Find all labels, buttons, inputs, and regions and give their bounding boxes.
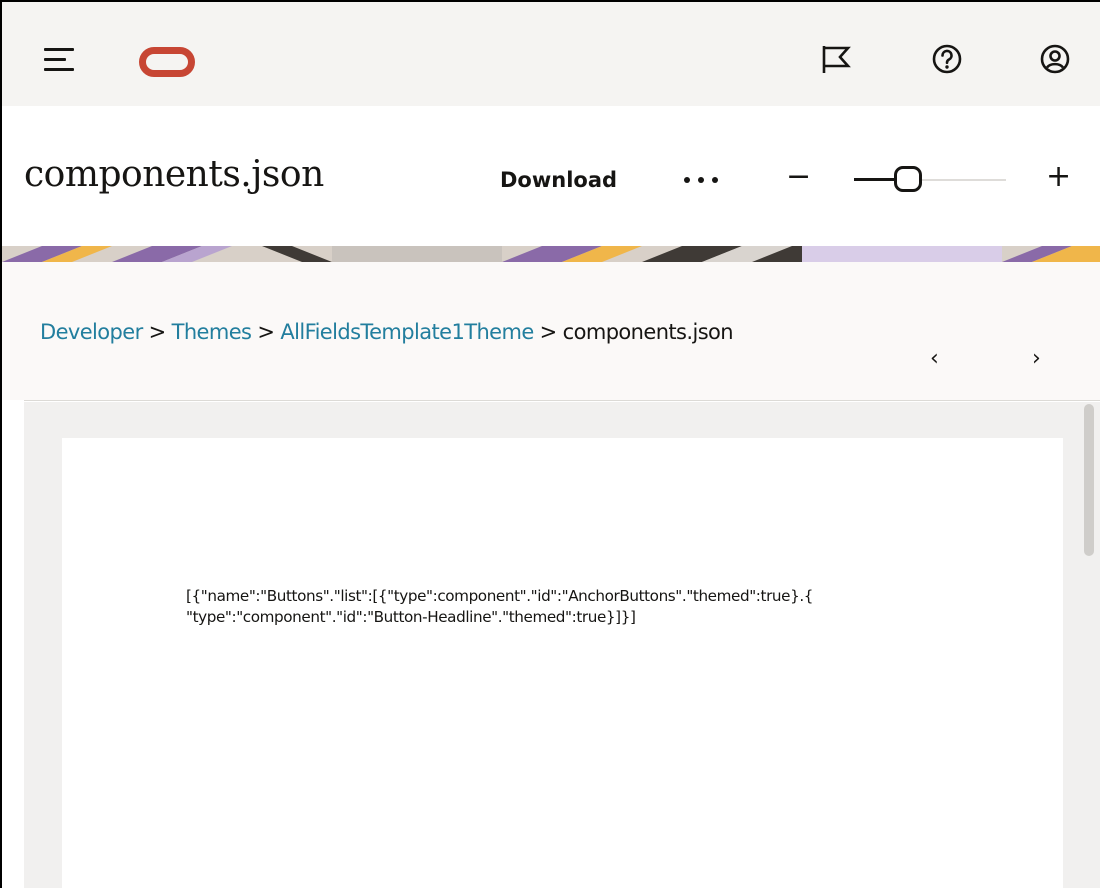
document-header: components.json Download − +: [2, 106, 1100, 246]
user-profile-icon[interactable]: [1038, 42, 1072, 76]
vertical-scrollbar[interactable]: [1084, 404, 1094, 888]
download-button[interactable]: Download: [500, 168, 617, 192]
content-line: [{"name":"Buttons"."list":[{"type":compo…: [186, 587, 814, 605]
help-icon[interactable]: [930, 42, 964, 76]
breadcrumb-bar: Developer > Themes > AllFieldsTemplate1Theme…: [2, 262, 1100, 400]
breadcrumb-theme[interactable]: AllFieldsTemplate1Theme: [280, 320, 534, 344]
document-page: [{"name":"Buttons"."list":[{"type":compo…: [62, 438, 1063, 888]
oracle-logo[interactable]: [139, 47, 195, 77]
breadcrumb-developer[interactable]: Developer: [40, 320, 143, 344]
document-content: [{"name":"Buttons"."list":[{"type":compo…: [186, 586, 946, 628]
zoom-slider-thumb[interactable]: [894, 166, 922, 192]
scrollbar-thumb[interactable]: [1084, 404, 1094, 556]
zoom-out-button[interactable]: −: [786, 162, 811, 192]
zoom-in-button[interactable]: +: [1046, 162, 1071, 192]
top-bar: [2, 2, 1100, 106]
breadcrumb-separator: >: [148, 320, 167, 344]
decorative-banner: [2, 246, 1100, 262]
page-title: components.json: [24, 154, 324, 195]
zoom-slider[interactable]: [854, 166, 1006, 194]
breadcrumb-separator: >: [257, 320, 275, 344]
chevron-left-icon[interactable]: ‹: [930, 346, 939, 371]
chevron-right-icon[interactable]: ›: [1032, 346, 1041, 371]
content-line: "type":"component"."id":"Button-Headline…: [186, 608, 636, 626]
breadcrumb: Developer > Themes > AllFieldsTemplate1Theme…: [40, 320, 734, 344]
hamburger-menu-icon[interactable]: [44, 48, 74, 72]
flag-icon[interactable]: [820, 42, 854, 76]
divider: [24, 400, 1100, 401]
more-options-icon[interactable]: [684, 174, 724, 186]
breadcrumb-separator: >: [539, 320, 558, 344]
document-viewer: [{"name":"Buttons"."list":[{"type":compo…: [24, 402, 1100, 888]
zoom-slider-fill: [854, 178, 894, 181]
app-window: components.json Download − + Developer >…: [0, 0, 1100, 888]
breadcrumb-current: components.json: [562, 320, 734, 344]
breadcrumb-themes[interactable]: Themes: [172, 320, 252, 344]
